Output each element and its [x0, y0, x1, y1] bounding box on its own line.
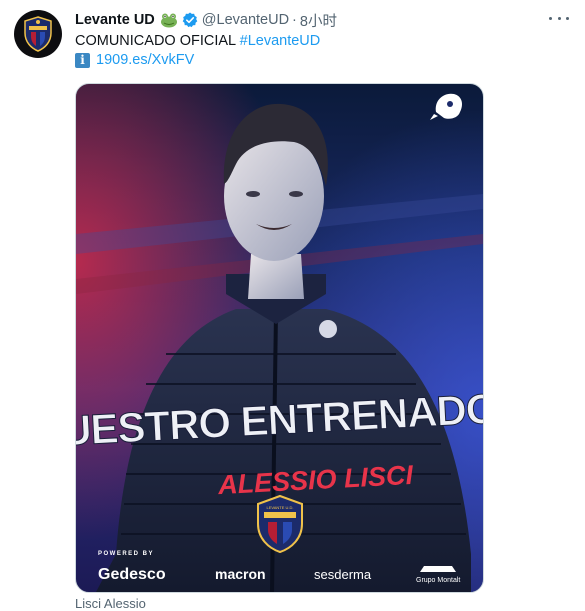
timestamp[interactable]: 8小时 — [300, 10, 337, 31]
url-link[interactable]: 1909.es/XvkFV — [96, 51, 194, 69]
sponsor-sesderma: sesderma — [314, 567, 372, 582]
display-name[interactable]: Levante UD — [75, 12, 155, 28]
tweet-text: COMUNICADO OFICIAL #LevanteUD — [75, 32, 320, 50]
sponsor-macron: macron — [215, 566, 266, 582]
verified-badge-icon — [182, 12, 198, 28]
tweet-text-prefix: COMUNICADO OFICIAL — [75, 33, 240, 49]
montalt-logo-icon — [420, 566, 456, 572]
header-separator: · — [292, 12, 297, 28]
tweet-link-line: i 1909.es/XvkFV — [75, 51, 194, 69]
tweet-header: Levante UD @LevanteUD · 8小时 — [75, 10, 337, 30]
media-caption: Lisci Alessio — [75, 596, 146, 611]
sponsor-grupo-montalt: Grupo Montalt — [416, 577, 460, 584]
information-icon: i — [75, 52, 90, 68]
tweet-media-image[interactable]: NUESTRO ENTRENADOR ALESSIO LISCI LEVANTE… — [75, 83, 484, 593]
tweet: Levante UD @LevanteUD · 8小时 COMUNICADO O… — [0, 0, 585, 611]
more-options-icon[interactable] — [549, 10, 569, 26]
hashtag-link[interactable]: #LevanteUD — [240, 33, 321, 49]
powered-by-label: POWERED BY — [98, 551, 154, 557]
profile-avatar[interactable] — [14, 10, 62, 58]
media-artwork: NUESTRO ENTRENADOR ALESSIO LISCI LEVANTE… — [76, 84, 483, 592]
crest-label: LEVANTE U.D. — [266, 505, 293, 510]
user-handle[interactable]: @LevanteUD — [202, 12, 289, 28]
frog-emoji-icon — [160, 13, 177, 28]
sponsor-gedesco: Gedesco — [98, 566, 166, 583]
club-avatar-icon — [24, 16, 52, 52]
